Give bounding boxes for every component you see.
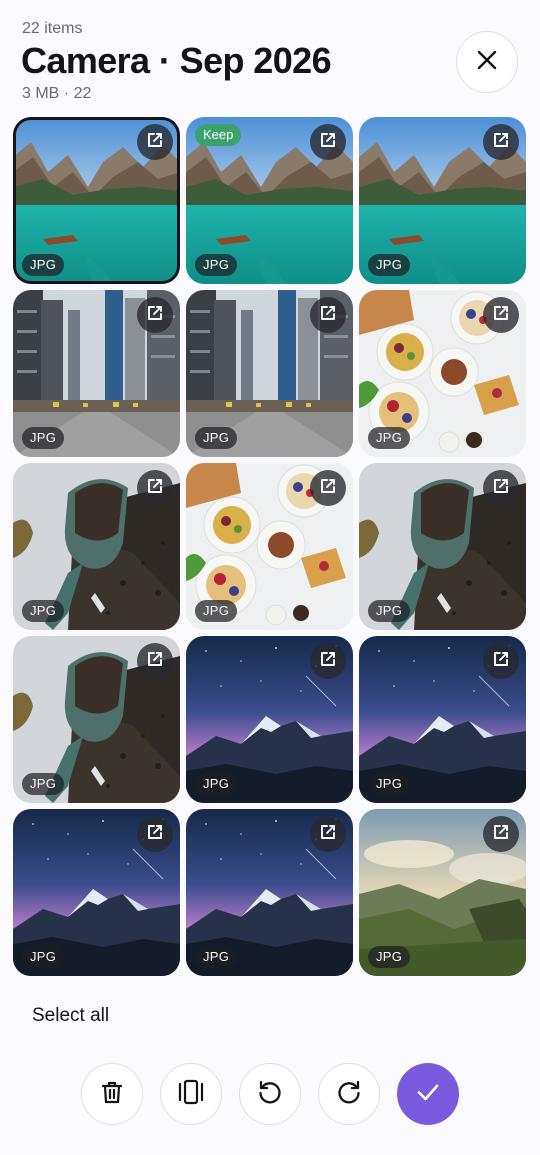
file-type-badge: JPG <box>22 427 65 449</box>
photo-tile[interactable]: JPG <box>186 290 353 457</box>
external-link-icon <box>492 304 510 327</box>
external-link-icon <box>319 131 337 154</box>
photo-grid: JPG Keep JPG JPG JPG JPG JPG JPG JPG JPG… <box>13 117 527 976</box>
rotate-right-icon <box>335 1078 363 1111</box>
external-link-icon <box>492 477 510 500</box>
keep-badge: Keep <box>195 124 242 146</box>
external-link-icon <box>319 477 337 500</box>
album-title: Camera · Sep 2026 <box>21 40 332 81</box>
confirm-button[interactable] <box>397 1063 459 1125</box>
file-type-badge: JPG <box>195 773 238 795</box>
open-external-button[interactable] <box>483 816 519 852</box>
open-external-button[interactable] <box>137 124 173 160</box>
close-button[interactable] <box>456 31 518 93</box>
delete-button[interactable] <box>81 1063 143 1125</box>
photo-tile[interactable]: JPG <box>359 117 526 284</box>
external-link-icon <box>146 650 164 673</box>
file-type-badge: JPG <box>22 600 65 622</box>
external-link-icon <box>319 823 337 846</box>
photo-tile[interactable]: JPG <box>13 463 180 630</box>
file-type-badge: JPG <box>195 600 238 622</box>
open-external-button[interactable] <box>483 297 519 333</box>
action-toolbar <box>0 1063 540 1127</box>
external-link-icon <box>146 304 164 327</box>
file-type-badge: JPG <box>195 427 238 449</box>
file-type-badge: JPG <box>368 946 411 968</box>
open-external-button[interactable] <box>310 297 346 333</box>
open-external-button[interactable] <box>310 643 346 679</box>
open-external-button[interactable] <box>483 124 519 160</box>
file-type-badge: JPG <box>368 254 411 276</box>
photo-tile[interactable]: JPG <box>359 463 526 630</box>
file-type-badge: JPG <box>368 773 411 795</box>
open-external-button[interactable] <box>310 816 346 852</box>
open-external-button[interactable] <box>137 297 173 333</box>
photo-tile[interactable]: JPG <box>359 809 526 976</box>
photo-tile[interactable]: JPG <box>359 290 526 457</box>
open-external-button[interactable] <box>137 816 173 852</box>
trash-icon <box>98 1078 126 1111</box>
photo-tile[interactable]: Keep JPG <box>186 117 353 284</box>
compare-button[interactable] <box>160 1063 222 1125</box>
photo-tile[interactable]: JPG <box>13 636 180 803</box>
photo-tile[interactable]: JPG <box>13 809 180 976</box>
file-type-badge: JPG <box>195 254 238 276</box>
external-link-icon <box>146 477 164 500</box>
file-type-badge: JPG <box>22 946 65 968</box>
file-type-badge: JPG <box>22 773 65 795</box>
external-link-icon <box>146 823 164 846</box>
external-link-icon <box>319 650 337 673</box>
open-external-button[interactable] <box>310 470 346 506</box>
open-external-button[interactable] <box>137 470 173 506</box>
external-link-icon <box>492 823 510 846</box>
open-external-button[interactable] <box>483 470 519 506</box>
select-all-button[interactable]: Select all <box>32 1005 109 1027</box>
external-link-icon <box>146 131 164 154</box>
open-external-button[interactable] <box>137 643 173 679</box>
photo-tile[interactable]: JPG <box>186 636 353 803</box>
open-external-button[interactable] <box>310 124 346 160</box>
photo-tile[interactable]: JPG <box>186 809 353 976</box>
rotate-right-button[interactable] <box>318 1063 380 1125</box>
open-external-button[interactable] <box>483 643 519 679</box>
compare-icon <box>176 1077 206 1112</box>
photo-tile[interactable]: JPG <box>13 117 180 284</box>
rotate-left-button[interactable] <box>239 1063 301 1125</box>
external-link-icon <box>492 650 510 673</box>
file-type-badge: JPG <box>368 600 411 622</box>
external-link-icon <box>319 304 337 327</box>
rotate-left-icon <box>256 1078 284 1111</box>
photo-tile[interactable]: JPG <box>359 636 526 803</box>
photo-tile[interactable]: JPG <box>13 290 180 457</box>
check-icon <box>414 1078 442 1111</box>
external-link-icon <box>492 131 510 154</box>
header: 22 items Camera · Sep 2026 3 MB · 22 <box>0 0 540 112</box>
file-type-badge: JPG <box>22 254 65 276</box>
item-count: 22 items <box>22 20 83 37</box>
photo-tile[interactable]: JPG <box>186 463 353 630</box>
file-type-badge: JPG <box>368 427 411 449</box>
file-type-badge: JPG <box>195 946 238 968</box>
album-subtitle: 3 MB · 22 <box>22 85 92 102</box>
close-icon <box>476 49 498 76</box>
